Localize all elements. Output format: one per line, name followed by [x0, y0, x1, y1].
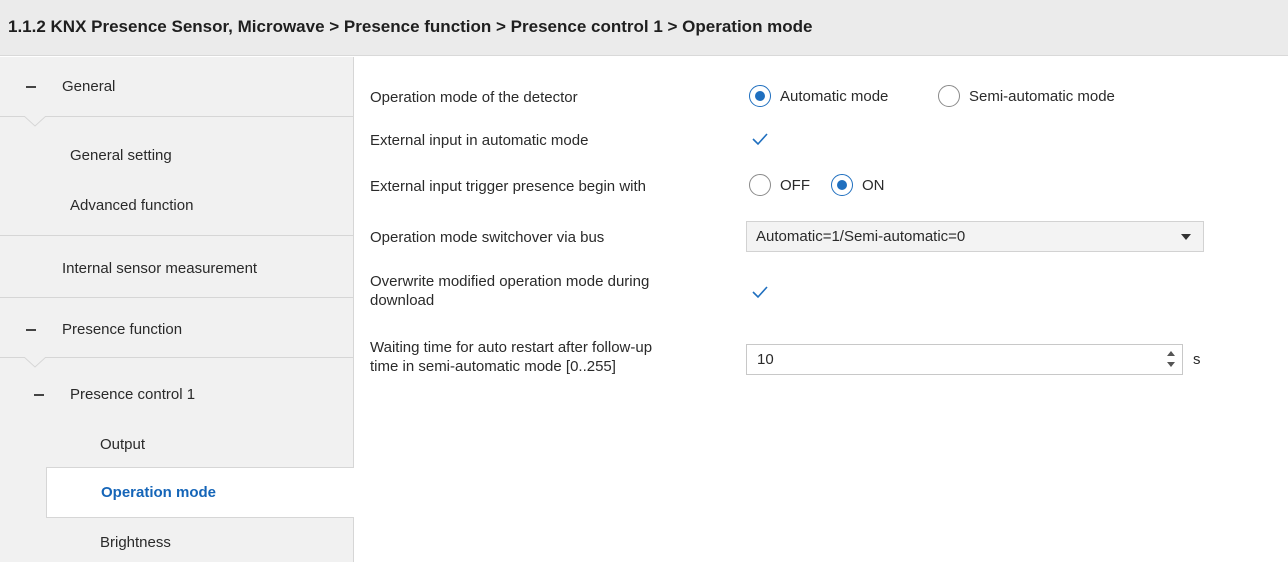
- divider: [0, 297, 353, 298]
- checkmark-icon: [752, 286, 768, 299]
- label-line: Overwrite modified operation mode during: [370, 273, 650, 290]
- radio-on[interactable]: [831, 174, 853, 196]
- external-input-checkbox[interactable]: [749, 128, 771, 150]
- sidebar-item-label: Brightness: [100, 534, 171, 551]
- sidebar-item-label: Output: [100, 436, 146, 453]
- waiting-time-input[interactable]: 10: [746, 344, 1183, 375]
- sidebar-item-operation-mode[interactable]: Operation mode: [46, 467, 354, 518]
- unit-label: s: [1193, 351, 1201, 368]
- radio-automatic-mode[interactable]: [749, 85, 771, 107]
- sidebar-item-presence-control-1[interactable]: Presence control 1: [0, 373, 353, 417]
- select-value: Automatic=1/Semi-automatic=0: [756, 228, 966, 245]
- external-input-label: External input in automatic mode: [370, 132, 589, 149]
- collapse-icon[interactable]: [26, 86, 36, 88]
- sidebar-item-label: General setting: [70, 147, 172, 164]
- radio-label: OFF: [780, 177, 810, 194]
- breadcrumb-title: 1.1.2 KNX Presence Sensor, Microwave > P…: [8, 17, 813, 36]
- breadcrumb-bar: 1.1.2 KNX Presence Sensor, Microwave > P…: [0, 0, 1288, 56]
- sidebar-item-general[interactable]: General: [0, 58, 353, 116]
- sidebar-item-advanced-function[interactable]: Advanced function: [0, 186, 353, 226]
- waiting-time-label: Waiting time for auto restart after foll…: [370, 338, 652, 376]
- sidebar-item-output[interactable]: Output: [0, 424, 353, 466]
- operation-mode-label: Operation mode of the detector: [370, 89, 578, 106]
- radio-off[interactable]: [749, 174, 771, 196]
- switchover-label: Operation mode switchover via bus: [370, 229, 605, 246]
- tree-notch-icon: [24, 116, 46, 128]
- sidebar-item-label: Operation mode: [101, 484, 217, 501]
- sidebar-item-internal-sensor-measurement[interactable]: Internal sensor measurement: [0, 246, 353, 292]
- sidebar-item-label: Presence function: [62, 321, 183, 338]
- tree-notch-icon: [24, 357, 46, 369]
- chevron-down-icon: [1181, 234, 1191, 240]
- overwrite-checkbox[interactable]: [749, 281, 771, 303]
- sidebar-item-label: Internal sensor measurement: [62, 260, 258, 277]
- radio-label: Semi-automatic mode: [969, 88, 1115, 105]
- checkmark-icon: [752, 133, 768, 146]
- overwrite-label: Overwrite modified operation mode during…: [370, 272, 649, 310]
- sidebar-item-brightness[interactable]: Brightness: [0, 524, 353, 562]
- radio-semi-automatic-mode[interactable]: [938, 85, 960, 107]
- divider: [0, 116, 353, 117]
- sidebar-item-presence-function[interactable]: Presence function: [0, 307, 353, 353]
- radio-label: Automatic mode: [780, 88, 889, 105]
- spin-up-icon[interactable]: [1167, 351, 1175, 356]
- label-line: Waiting time for auto restart after foll…: [370, 339, 653, 356]
- collapse-icon[interactable]: [34, 394, 44, 396]
- sidebar-item-label: Presence control 1: [70, 386, 196, 403]
- sidebar-item-general-setting[interactable]: General setting: [0, 136, 353, 176]
- spinner: [1166, 351, 1176, 369]
- sidebar-item-label: Advanced function: [70, 197, 194, 214]
- divider: [0, 357, 353, 358]
- divider: [0, 235, 353, 236]
- trigger-presence-label: External input trigger presence begin wi…: [370, 178, 646, 195]
- collapse-icon[interactable]: [26, 329, 36, 331]
- radio-label: ON: [862, 177, 885, 194]
- input-value: 10: [757, 351, 774, 368]
- spin-down-icon[interactable]: [1167, 362, 1175, 367]
- label-line: download: [370, 292, 435, 309]
- sidebar-item-label: General: [62, 78, 116, 95]
- label-line: time in semi-automatic mode [0..255]: [370, 358, 616, 375]
- switchover-select[interactable]: Automatic=1/Semi-automatic=0: [746, 221, 1204, 252]
